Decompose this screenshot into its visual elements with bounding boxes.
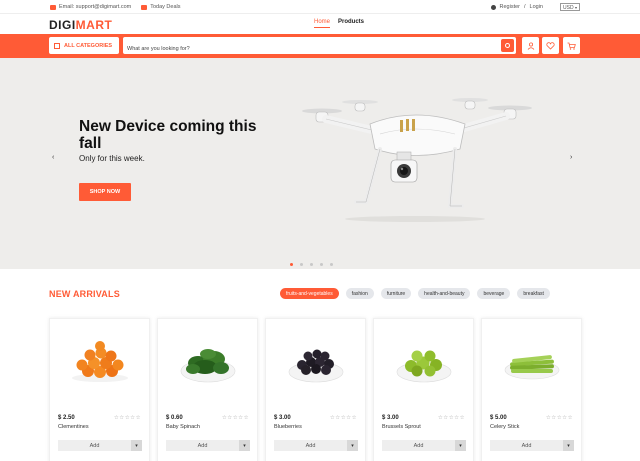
wishlist-button[interactable] [542, 37, 559, 54]
logo-accent: MART [75, 18, 113, 32]
caret-down-icon[interactable]: ▾ [239, 440, 250, 451]
login-link[interactable]: Login [530, 4, 543, 10]
star-rating-icon: ☆☆☆☆☆ [113, 415, 141, 421]
new-arrivals-title: NEW ARRIVALS [49, 289, 120, 299]
hero-title: New Device coming this fall [79, 118, 257, 152]
all-categories-label: ALL CATEGORIES [64, 42, 113, 49]
add-to-cart-group: Add ▾ [166, 440, 250, 451]
product-name[interactable]: Celery Stick [490, 424, 519, 430]
star-rating-icon: ☆☆☆☆☆ [545, 415, 573, 421]
add-to-cart-button[interactable]: Add [166, 440, 239, 451]
product-name[interactable]: Baby Spinach [166, 424, 200, 430]
product-card[interactable]: $ 3.00 ☆☆☆☆☆ Blueberries Add ▾ [265, 318, 366, 461]
mail-icon [50, 4, 56, 10]
filter-beverage[interactable]: beverage [477, 288, 511, 299]
auth-links: Register / Login [490, 4, 543, 10]
star-rating-icon: ☆☆☆☆☆ [437, 415, 465, 421]
star-rating-icon: ☆☆☆☆☆ [221, 415, 249, 421]
chevron-down-icon: ▾ [574, 5, 577, 10]
hero-subtitle: Only for this week. [79, 154, 145, 163]
caret-down-icon[interactable]: ▾ [131, 440, 142, 451]
search-strip: ALL CATEGORIES [0, 34, 640, 58]
filter-furniture[interactable]: furniture [380, 288, 412, 299]
product-price: $ 5.00 [490, 415, 507, 421]
drone-image [302, 98, 532, 222]
slider-dot-1[interactable] [290, 263, 293, 266]
product-card[interactable]: $ 2.50 ☆☆☆☆☆ Clementines Add ▾ [49, 318, 150, 461]
filter-fashion[interactable]: fashion [345, 288, 374, 299]
product-image-baby-spinach [180, 349, 236, 383]
grid-icon [54, 42, 60, 49]
contact-info: Email: support@digimart.com Today Deals [50, 4, 181, 10]
product-price: $ 2.50 [58, 415, 75, 421]
user-icon [490, 4, 496, 10]
add-to-cart-button[interactable]: Add [58, 440, 131, 451]
product-price: $ 0.60 [166, 415, 183, 421]
product-card[interactable]: $ 5.00 ☆☆☆☆☆ Celery Stick Add ▾ [481, 318, 582, 461]
slider-dot-5[interactable] [330, 263, 333, 266]
filter-breakfast[interactable]: breakfast [517, 288, 550, 299]
filter-fruits-and-vegetables[interactable]: fruits-and-vegetables [280, 288, 339, 299]
account-button[interactable] [522, 37, 539, 54]
search-icon [505, 43, 510, 48]
nav-home[interactable]: Home [314, 19, 331, 28]
product-name[interactable]: Brussels Sprout [382, 424, 421, 430]
product-image-clementines [72, 341, 128, 382]
product-price: $ 3.00 [274, 415, 291, 421]
heart-icon [546, 41, 555, 50]
currency-value: USD [563, 5, 574, 11]
star-rating-icon: ☆☆☆☆☆ [329, 415, 357, 421]
product-grid: $ 2.50 ☆☆☆☆☆ Clementines Add ▾ $ 0.60 ☆☆… [49, 318, 582, 461]
add-to-cart-button[interactable]: Add [274, 440, 347, 451]
add-to-cart-group: Add ▾ [274, 440, 358, 451]
support-email-text: Email: support@digimart.com [59, 4, 132, 10]
search-button[interactable] [501, 39, 514, 52]
product-card[interactable]: $ 3.00 ☆☆☆☆☆ Brussels Sprout Add ▾ [373, 318, 474, 461]
shop-now-button[interactable]: SHOP NOW [79, 183, 131, 201]
slider-dot-3[interactable] [310, 263, 313, 266]
today-deals-text: Today Deals [150, 4, 181, 10]
main-header: DIGIMART Home Products [0, 14, 640, 34]
search-input[interactable] [123, 40, 493, 58]
product-image-celery-stick [504, 355, 560, 380]
search-box [123, 37, 516, 58]
product-image-brussels-sprout [396, 350, 452, 383]
add-to-cart-button[interactable]: Add [490, 440, 563, 451]
product-image-blueberries [288, 349, 344, 383]
logo-main: DIGI [49, 18, 76, 32]
caret-down-icon[interactable]: ▾ [563, 440, 574, 451]
all-categories-button[interactable]: ALL CATEGORIES [49, 37, 119, 54]
site-logo[interactable]: DIGIMART [49, 18, 112, 32]
user-icon [527, 41, 534, 50]
slider-dots [290, 263, 333, 266]
slider-next-icon[interactable]: › [570, 154, 572, 161]
product-price: $ 3.00 [382, 415, 399, 421]
nav-products[interactable]: Products [338, 19, 364, 28]
product-name[interactable]: Blueberries [274, 424, 302, 430]
cart-icon [567, 42, 576, 50]
slider-prev-icon[interactable]: ‹ [52, 154, 54, 161]
auth-separator: / [524, 4, 526, 10]
cart-button[interactable] [563, 37, 580, 54]
category-filters: fruits-and-vegetables fashion furniture … [280, 288, 550, 299]
add-to-cart-group: Add ▾ [490, 440, 574, 451]
product-card[interactable]: $ 0.60 ☆☆☆☆☆ Baby Spinach Add ▾ [157, 318, 258, 461]
add-to-cart-group: Add ▾ [382, 440, 466, 451]
slider-dot-4[interactable] [320, 263, 323, 266]
caret-down-icon[interactable]: ▾ [347, 440, 358, 451]
add-to-cart-button[interactable]: Add [382, 440, 455, 451]
support-email[interactable]: Email: support@digimart.com [50, 4, 131, 10]
top-info-bar: Email: support@digimart.com Today Deals … [0, 0, 640, 14]
hero-slider: New Device coming this fall Only for thi… [0, 58, 640, 269]
filter-health-and-beauty[interactable]: health-and-beauty [418, 288, 471, 299]
product-name[interactable]: Clementines [58, 424, 89, 430]
tag-icon [141, 4, 148, 10]
register-link[interactable]: Register [500, 4, 520, 10]
add-to-cart-group: Add ▾ [58, 440, 142, 451]
main-nav: Home Products [314, 19, 364, 28]
today-deals-link[interactable]: Today Deals [141, 4, 181, 10]
slider-dot-2[interactable] [300, 263, 303, 266]
currency-select[interactable]: USD ▾ [560, 3, 580, 11]
caret-down-icon[interactable]: ▾ [455, 440, 466, 451]
